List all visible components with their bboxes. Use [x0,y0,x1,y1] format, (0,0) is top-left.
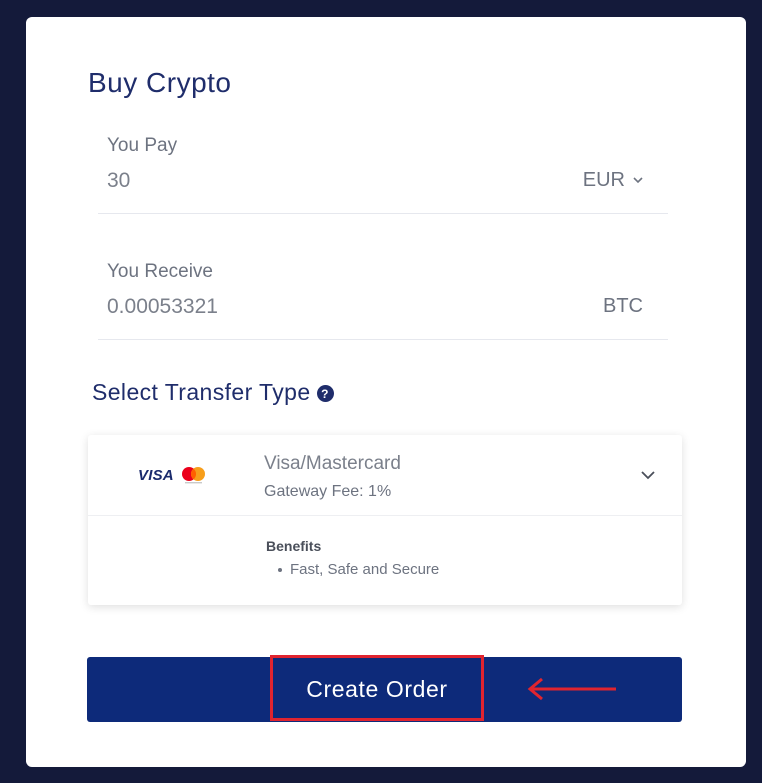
benefit-item: Fast, Safe and Secure [290,561,440,578]
pay-field[interactable]: You Pay 30 EUR [98,135,668,214]
transfer-type-title: Select Transfer Type [92,379,311,405]
transfer-type-heading: Select Transfer Type ? [92,379,334,406]
receive-currency: BTC [603,295,643,318]
pay-amount-input[interactable]: 30 [107,169,130,193]
pay-label: You Pay [107,135,178,156]
method-name: Visa/Mastercard [264,453,401,474]
question-circle-icon[interactable]: ? [316,385,334,402]
chevron-down-icon[interactable] [640,470,656,480]
receive-amount: 0.00053321 [107,295,218,318]
transfer-method-option[interactable]: VISA Visa/Mastercard Gateway Fee: 1% [88,435,682,516]
pay-currency-select[interactable]: EUR [583,169,643,192]
page-title: Buy Crypto [88,67,232,98]
chevron-down-icon [633,177,643,184]
create-order-label[interactable]: Create Order [270,657,484,722]
mastercard-logo-icon [181,467,205,484]
gateway-fee: Gateway Fee: 1% [264,483,392,500]
arrow-left-icon [527,677,616,701]
transfer-method-panel: VISA Visa/Mastercard Gateway Fee: 1% Ben… [88,435,682,605]
receive-field: You Receive 0.00053321 BTC [98,261,668,340]
visa-logo: VISA [138,466,174,484]
receive-currency-label: BTC [603,295,643,317]
receive-label: You Receive [107,261,213,282]
bullet-icon [278,567,282,572]
benefits-title: Benefits [266,538,322,554]
card-logos: VISA [138,466,208,484]
buy-crypto-card: Buy Crypto You Pay 30 EUR You Receive 0.… [26,17,746,767]
pay-currency-label: EUR [582,169,625,191]
benefits-list: Fast, Safe and Secure [278,561,439,578]
